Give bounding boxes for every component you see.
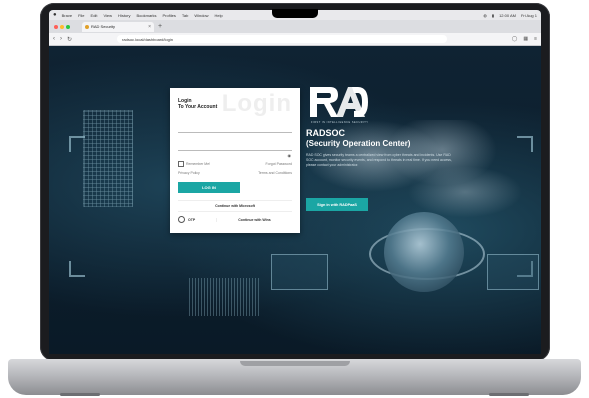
status-area: ◍ ▮ 12:00 AM Fri Aug 1 [478,13,537,18]
hud-grid-graphic [83,110,133,207]
menu-item-help[interactable]: Help [215,13,223,18]
zoom-window-button[interactable] [66,24,70,29]
sso-login-button[interactable]: Sign in with RADPaaS [306,198,368,211]
menu-icon[interactable]: ≡ [534,36,537,42]
rad-logo [310,87,368,117]
menu-item-history[interactable]: History [118,13,130,18]
tab-title: RAD Security [91,24,116,29]
laptop-foot [60,393,100,396]
globe-graphic [384,212,464,292]
remember-checkbox[interactable]: Remember Me! [178,160,211,167]
laptop-groove [240,361,350,366]
screen: ● Brave File Edit View History Bookmarks… [49,10,541,354]
show-password-icon[interactable]: ◉ [288,153,292,158]
windows-login-button[interactable]: Continue with Wins [216,217,292,222]
menu-item-view[interactable]: View [103,13,112,18]
otp-label: OTP [188,217,196,222]
favicon-icon [85,24,89,29]
minimize-window-button[interactable] [60,24,64,29]
otp-icon [178,216,185,223]
camera-notch [272,9,318,18]
browser-tab[interactable]: RAD Security × [82,21,154,32]
remember-row: Remember Me! Forgot Password [178,160,292,167]
menu-item-profiles[interactable]: Profiles [163,13,176,18]
wifi-icon[interactable]: ◍ [483,13,487,18]
menu-item-window[interactable]: Window [194,13,208,18]
login-card: Login Login To Your Account ◉ Remember M… [170,88,300,233]
menu-item-bookmarks[interactable]: Bookmarks [137,13,157,18]
battery-icon[interactable]: ▮ [492,13,494,18]
tab-bar: RAD Security × + [49,20,541,33]
status-text-1: 12:00 AM [499,12,516,18]
brand-tagline: FIRST IN INTELLIGENCE SECURITY [311,121,369,124]
forward-icon[interactable]: › [60,36,62,42]
menu-item-app[interactable]: Brave [62,13,72,18]
close-window-button[interactable] [54,24,58,29]
microsoft-login-button[interactable]: Continue with Microsoft [178,199,292,212]
password-input[interactable] [178,142,292,151]
forgot-password-link[interactable]: Forgot Password [266,162,292,166]
close-tab-icon[interactable]: × [148,24,151,30]
hud-bracket [69,261,85,277]
login-button[interactable]: LOG IN [178,181,240,193]
remember-label: Remember Me! [186,161,211,166]
new-tab-icon[interactable]: + [158,23,162,30]
menu-item-tab[interactable]: Tab [182,13,188,18]
brand-subtitle: (Security Operation Center) [306,139,411,148]
extensions-icon[interactable]: ▦ [523,36,528,42]
checkbox-icon [178,160,184,167]
menu-item-file[interactable]: File [78,13,84,18]
shield-icon[interactable]: ◯ [512,36,518,42]
hud-panel-graphic [487,254,539,290]
back-icon[interactable]: ‹ [53,36,55,42]
toolbar-icons: ◯ ▦ ≡ [506,36,537,42]
alt-login-row: OTP Continue with Wins [178,215,292,225]
clock[interactable]: Fri Aug 1 [521,13,537,18]
login-subtitle: To Your Account [178,104,218,110]
laptop-foot [489,393,529,396]
brand-title: RADSOC [306,128,346,138]
brand-description: RAD SOC gives security teams a centraliz… [306,153,452,167]
terms-link[interactable]: Terms and Conditions [258,171,292,175]
hud-lines-graphic [189,278,259,316]
menu-item-edit[interactable]: Edit [91,13,98,18]
policy-row: Privacy Policy Terms and Conditions [178,171,292,175]
apple-icon[interactable]: ● [53,12,57,18]
reload-icon[interactable]: ↻ [67,36,72,43]
privacy-policy-link[interactable]: Privacy Policy [178,171,200,175]
hud-panel-graphic [271,254,328,290]
url-field[interactable]: radsoc.local/dashboard/login [117,35,448,43]
otp-login-button[interactable]: OTP [178,216,216,223]
address-bar: ‹ › ↻ radsoc.local/dashboard/login ◯ ▦ ≡ [49,33,541,46]
username-input[interactable] [178,124,292,133]
